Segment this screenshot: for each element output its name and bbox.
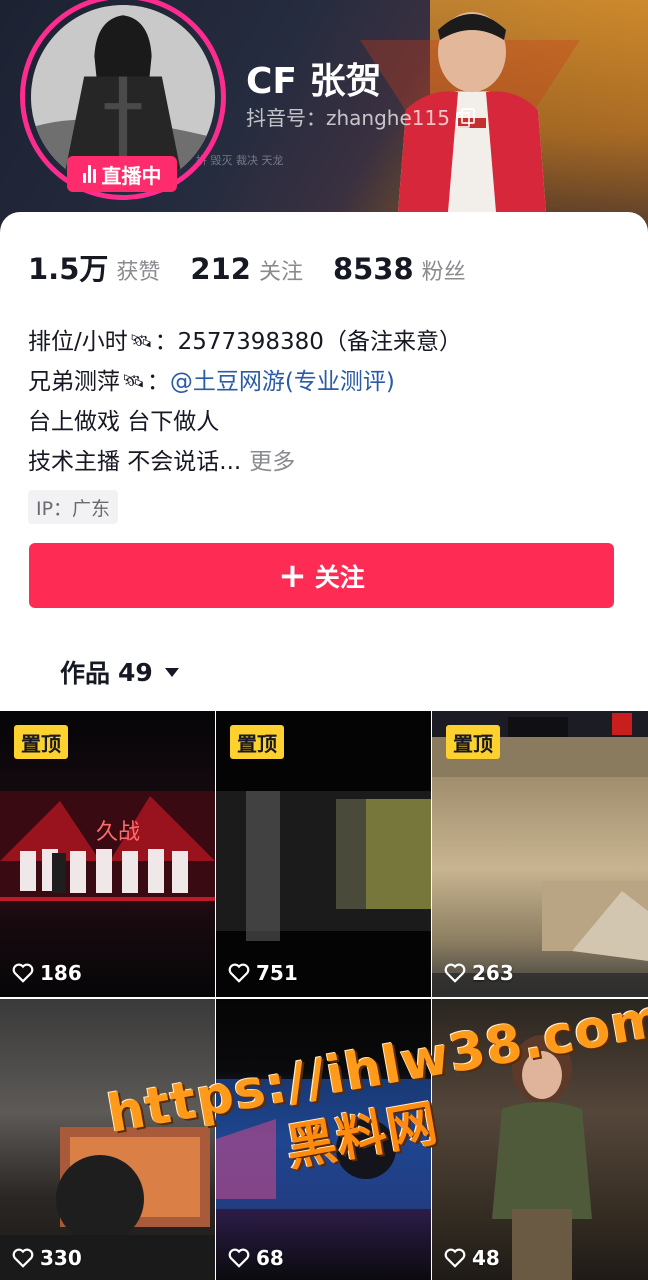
douyin-id[interactable]: 抖音号：zhanghe115 — [246, 102, 475, 131]
stat-followers-label: 粉丝 — [421, 260, 466, 285]
stat-likes-value: 1.5万 — [28, 252, 109, 286]
video-likes-count: 186 — [40, 961, 82, 985]
pinned-badge: 置顶 — [446, 725, 500, 759]
bio-line-4: 技术主播 不会说话... 更多 — [28, 442, 462, 482]
video-likes: 751 — [228, 961, 298, 985]
video-likes-count: 751 — [256, 961, 298, 985]
stat-following-value: 212 — [190, 252, 251, 286]
tab-works-label: 作品 — [60, 659, 111, 688]
profile-stats: 1.5万 获赞 212 关注 8538 粉丝 — [28, 246, 496, 288]
ip-location-tag: IP：广东 — [28, 490, 119, 524]
bio-line-4-text: 技术主播 不会说话... — [28, 449, 242, 475]
profile-nickname: CF 张贺 — [246, 61, 382, 102]
bio-line-1-prefix: 排位/小时 — [28, 329, 128, 355]
live-badge-label: 直播中 — [101, 163, 162, 188]
video-tile[interactable]: 68 — [216, 999, 431, 1280]
tab-works[interactable]: 作品 49 — [60, 654, 179, 690]
video-likes: 48 — [444, 1246, 500, 1270]
video-likes: 68 — [228, 1246, 284, 1270]
video-grid: 久战 置顶 186 置顶 751 置顶 263 330 68 48 — [0, 711, 648, 1280]
stat-followers[interactable]: 8538 粉丝 — [333, 252, 466, 286]
stat-following[interactable]: 212 关注 — [190, 252, 303, 286]
video-likes: 186 — [12, 961, 82, 985]
bio-line-1: 排位/小时 🛰 ：2577398380（备注来意） — [28, 322, 462, 362]
video-likes-count: 48 — [472, 1246, 500, 1270]
stat-likes[interactable]: 1.5万 获赞 — [28, 246, 160, 288]
bio-more-link[interactable]: 更多 — [249, 442, 295, 482]
follow-button-label: 关注 — [314, 562, 365, 592]
heart-icon — [12, 963, 34, 983]
stat-followers-value: 8538 — [332, 252, 414, 286]
live-bars-icon — [82, 165, 96, 183]
pinned-badge: 置顶 — [14, 725, 68, 759]
bio-line-1-suffix: ：2577398380（备注来意） — [154, 329, 462, 355]
video-thumbnail — [216, 1079, 431, 1209]
video-likes: 330 — [12, 1246, 82, 1270]
heart-icon — [12, 1248, 34, 1268]
video-likes-count: 263 — [472, 961, 514, 985]
bio-mention-link[interactable]: @土豆网游(专业测评) — [170, 362, 395, 402]
bio-line-3: 台上做戏 台下做人 — [28, 409, 220, 435]
video-thumbnail — [492, 1035, 592, 1280]
douyin-id-text: 抖音号：zhanghe115 — [246, 106, 450, 130]
video-likes-count: 68 — [256, 1246, 284, 1270]
stat-likes-label: 获赞 — [116, 260, 161, 285]
bio-line-2-prefix: 兄弟测萍 — [28, 369, 120, 395]
profile-header: 拼 毁灭 裁决 天龙 直播中 CF 张贺 抖音号：zhanghe115 — [0, 0, 648, 240]
caret-down-icon[interactable] — [164, 667, 179, 677]
pinned-badge: 置顶 — [230, 725, 284, 759]
copy-icon[interactable] — [455, 107, 475, 128]
header-slogan: 拼 毁灭 裁决 天龙 — [196, 154, 284, 167]
bio-line-2-colon: ： — [146, 369, 170, 395]
satellite-icon: 🛰 — [122, 371, 145, 392]
video-tile[interactable]: 48 — [432, 999, 648, 1280]
tab-works-count: 49 — [118, 657, 153, 687]
video-tile[interactable]: 置顶 751 — [216, 711, 431, 997]
video-tile[interactable]: 置顶 263 — [432, 711, 648, 997]
video-tile[interactable]: 久战 置顶 186 — [0, 711, 215, 997]
heart-icon — [228, 963, 250, 983]
plus-icon: + — [278, 555, 307, 596]
video-likes-count: 330 — [40, 1246, 82, 1270]
svg-text:久战: 久战 — [96, 820, 140, 845]
video-thumbnail — [0, 1127, 215, 1280]
profile-bio: 排位/小时 🛰 ：2577398380（备注来意） 兄弟测萍 🛰 ： @土豆网游… — [28, 322, 462, 482]
heart-icon — [444, 1248, 466, 1268]
bio-line-2: 兄弟测萍 🛰 ： @土豆网游(专业测评) — [28, 362, 462, 402]
follow-button[interactable]: + 关注 — [29, 543, 614, 608]
video-tile[interactable]: 330 — [0, 999, 215, 1280]
stat-following-label: 关注 — [258, 260, 303, 285]
live-badge[interactable]: 直播中 — [67, 156, 177, 192]
heart-icon — [444, 963, 466, 983]
satellite-icon: 🛰 — [129, 331, 153, 352]
video-likes: 263 — [444, 961, 514, 985]
heart-icon — [228, 1248, 250, 1268]
